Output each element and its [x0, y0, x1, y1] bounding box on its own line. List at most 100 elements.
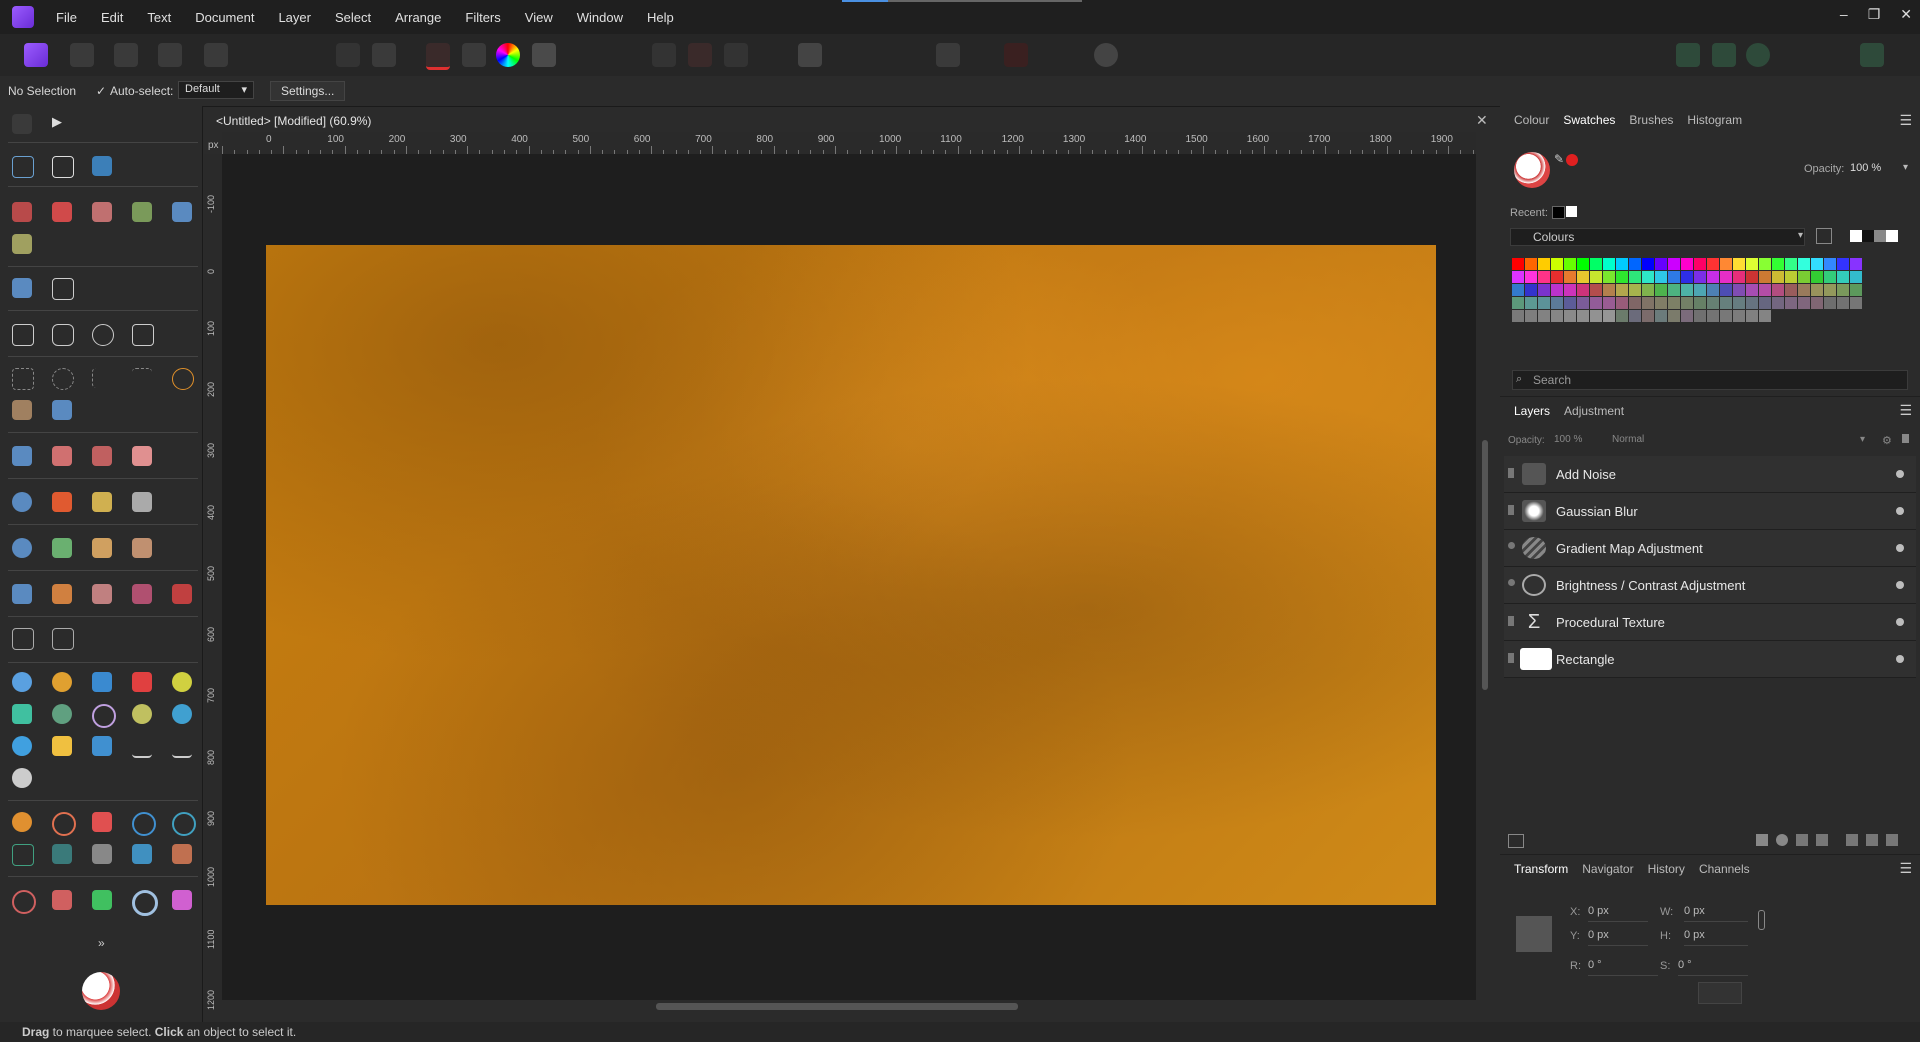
- colour-swatch[interactable]: [1681, 297, 1693, 309]
- colour-swatch[interactable]: [1694, 271, 1706, 283]
- gear-icon[interactable]: [372, 43, 396, 67]
- sponge-tool-icon[interactable]: [92, 492, 112, 512]
- colour-swatch[interactable]: [1655, 258, 1667, 270]
- minimize-button[interactable]: –: [1840, 6, 1848, 23]
- vertical-scrollbar[interactable]: [1482, 440, 1488, 690]
- splash-brush-icon[interactable]: [92, 736, 112, 756]
- close-window-button[interactable]: ✕: [1900, 6, 1912, 23]
- live-filter-icon[interactable]: [1796, 834, 1808, 846]
- autoselect-dropdown[interactable]: Default ▾: [178, 81, 254, 99]
- colour-swatch[interactable]: [1785, 284, 1797, 296]
- colour-swatch[interactable]: [1798, 297, 1810, 309]
- colour-swatch[interactable]: [1590, 284, 1602, 296]
- colour-swatch[interactable]: [1642, 297, 1654, 309]
- menu-edit[interactable]: Edit: [101, 10, 123, 25]
- triangle-brush-icon[interactable]: [132, 736, 152, 758]
- tab-adjustment[interactable]: Adjustment: [1564, 404, 1624, 418]
- star-burst-icon[interactable]: [12, 704, 32, 724]
- colour-swatch[interactable]: [1512, 258, 1524, 270]
- crop-tool-icon[interactable]: [52, 278, 74, 300]
- colour-swatch[interactable]: [1694, 297, 1706, 309]
- colour-swatch[interactable]: [1798, 284, 1810, 296]
- pixel-grid-icon[interactable]: [172, 844, 192, 864]
- tone-mapping-persona-icon[interactable]: [158, 43, 182, 67]
- target-icon[interactable]: [172, 812, 196, 836]
- studio-link-icon[interactable]: [1676, 43, 1700, 67]
- colour-swatch[interactable]: [1746, 271, 1758, 283]
- colour-swatch[interactable]: [1616, 258, 1628, 270]
- colour-panel-menu-icon[interactable]: ☰: [1899, 112, 1912, 129]
- paint-mixer-icon[interactable]: [12, 234, 32, 254]
- colour-swatch[interactable]: [1720, 258, 1732, 270]
- develop-persona-icon[interactable]: [114, 43, 138, 67]
- colour-swatch[interactable]: [1694, 284, 1706, 296]
- h-field[interactable]: 0 px: [1684, 929, 1748, 946]
- colour-swatch[interactable]: [1811, 297, 1823, 309]
- colour-swatch[interactable]: [1525, 271, 1537, 283]
- tab-layers[interactable]: Layers: [1514, 404, 1550, 418]
- colour-swatch[interactable]: [1525, 310, 1537, 322]
- colour-swatch[interactable]: [1811, 258, 1823, 270]
- colour-swatch[interactable]: [1564, 284, 1576, 296]
- perspective-tool-icon[interactable]: [12, 628, 34, 650]
- colour-swatch[interactable]: [1629, 284, 1641, 296]
- eyedropper-icon[interactable]: ✎: [1554, 152, 1564, 166]
- chevron-down-icon[interactable]: ▾: [1860, 434, 1865, 445]
- opacity-value[interactable]: 100 %: [1850, 162, 1881, 174]
- colour-swatch[interactable]: [1746, 297, 1758, 309]
- deselect-icon[interactable]: [688, 43, 712, 67]
- colour-swatch[interactable]: [1642, 284, 1654, 296]
- pen-tool-icon[interactable]: [12, 202, 32, 222]
- inpainting-brush-tool-icon[interactable]: [132, 584, 152, 604]
- place-image-tool-icon[interactable]: [92, 156, 112, 176]
- liquify-persona-icon[interactable]: [70, 43, 94, 67]
- colour-swatch[interactable]: [1681, 284, 1693, 296]
- stripes-icon[interactable]: [92, 844, 112, 864]
- colour-swatch[interactable]: [1681, 271, 1693, 283]
- shape-tool-icon[interactable]: [132, 324, 154, 346]
- colour-swatch[interactable]: [1772, 297, 1784, 309]
- flower-brush-icon[interactable]: [52, 736, 72, 756]
- more-tools-icon[interactable]: »: [98, 936, 105, 950]
- burn-tool-icon[interactable]: [52, 492, 72, 512]
- tab-colour[interactable]: Colour: [1514, 113, 1549, 127]
- white-balance-icon[interactable]: [532, 43, 556, 67]
- palette-options-icon[interactable]: [1816, 228, 1832, 244]
- colour-swatch[interactable]: [1733, 284, 1745, 296]
- menu-text[interactable]: Text: [147, 10, 171, 25]
- colour-swatch[interactable]: [1642, 271, 1654, 283]
- ellipse-tool-icon[interactable]: [92, 324, 114, 346]
- swatch-search-input[interactable]: Search: [1512, 370, 1908, 390]
- ring-brush-icon[interactable]: [92, 704, 116, 728]
- layer-opacity-value[interactable]: 100 %: [1554, 434, 1582, 445]
- pixel-tool-icon[interactable]: [172, 202, 192, 222]
- group-layers-icon[interactable]: [1846, 834, 1858, 846]
- menu-help[interactable]: Help: [647, 10, 674, 25]
- colour-swatch[interactable]: [1759, 284, 1771, 296]
- colour-swatch[interactable]: [1564, 271, 1576, 283]
- colour-swatch[interactable]: [1551, 258, 1563, 270]
- align-icon[interactable]: [936, 43, 960, 67]
- colour-swatch[interactable]: [1616, 310, 1628, 322]
- colour-swatch[interactable]: [1707, 297, 1719, 309]
- menu-file[interactable]: File: [56, 10, 77, 25]
- background-erase-tool-icon[interactable]: [92, 446, 112, 466]
- network-icon[interactable]: [52, 844, 72, 864]
- red-square-icon[interactable]: [52, 890, 72, 910]
- freehand-selection-tool-icon[interactable]: [172, 368, 194, 390]
- colour-swatch[interactable]: [1668, 297, 1680, 309]
- cube-brush-icon[interactable]: [92, 672, 112, 692]
- mixer-brush-tool-icon[interactable]: [132, 202, 152, 222]
- colour-swatch[interactable]: [1512, 297, 1524, 309]
- colour-swatch[interactable]: [1525, 284, 1537, 296]
- colour-swatch[interactable]: [1590, 271, 1602, 283]
- colour-swatch[interactable]: [1707, 310, 1719, 322]
- rectangle-tool-icon[interactable]: [12, 324, 34, 346]
- colour-swatch[interactable]: [1538, 297, 1550, 309]
- menu-window[interactable]: Window: [577, 10, 623, 25]
- selection-mode-icon[interactable]: [652, 43, 676, 67]
- colour-swatch[interactable]: [1694, 258, 1706, 270]
- globe-icon[interactable]: [132, 812, 156, 836]
- drop-brush-icon[interactable]: [12, 736, 32, 756]
- colour-swatch[interactable]: [1720, 310, 1732, 322]
